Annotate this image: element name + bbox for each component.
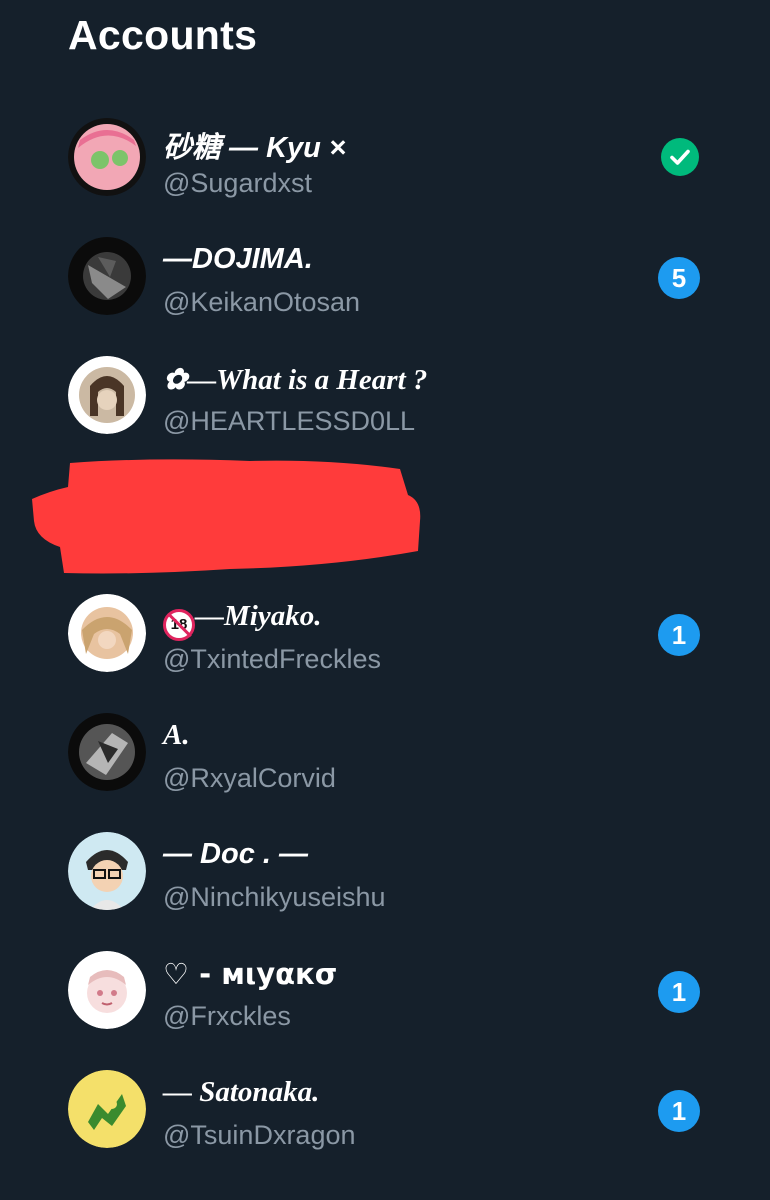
account-handle: @HEARTLESSD0LL: [163, 406, 416, 436]
avatar: [68, 1070, 146, 1148]
account-row-frxckles[interactable]: ♡ - мιуαкσ @Frxckles 1: [0, 935, 770, 1045]
account-row-tsuindxragon[interactable]: — Satonaka. @TsuinDxragon 1: [0, 1054, 770, 1164]
account-row-ninchikyuseishu[interactable]: — Doc . — @Ninchikyuseishu: [0, 816, 770, 926]
account-row-rxyalcorvid[interactable]: A. @RxyalCorvid: [0, 697, 770, 807]
redaction-scribble: [30, 455, 430, 580]
account-handle: @TxintedFreckles: [163, 644, 381, 674]
notification-badge: 1: [658, 1090, 700, 1132]
account-handle: @Frxckles: [163, 1001, 291, 1031]
account-handle: @TsuinDxragon: [163, 1120, 356, 1150]
account-name: — Satonaka.: [163, 1076, 320, 1108]
account-name: —DOJIMA.: [163, 243, 313, 275]
no-under-18-icon: 18: [163, 609, 195, 641]
account-name: 18—Miyako.: [163, 600, 321, 641]
avatar: [68, 356, 146, 434]
account-row-heartlessd0ll[interactable]: ✿—What is a Heart ? @HEARTLESSD0LL: [0, 340, 770, 450]
account-name: A.: [163, 719, 190, 751]
account-handle: @Ninchikyuseishu: [163, 882, 386, 912]
account-name: ♡ - мιуαкσ: [163, 957, 338, 991]
account-handle: @RxyalCorvid: [163, 763, 336, 793]
avatar: [68, 832, 146, 910]
account-name: 砂糖 — Kyu ×: [163, 132, 346, 164]
account-name: ✿—What is a Heart ?: [163, 364, 428, 396]
account-name-text: —Miyako.: [195, 600, 322, 632]
avatar: [68, 237, 146, 315]
avatar: [68, 118, 146, 196]
avatar: [68, 713, 146, 791]
check-icon: [661, 138, 699, 176]
notification-badge: 1: [658, 614, 700, 656]
account-handle: @Sugardxst: [163, 168, 312, 198]
account-row-sugardxst[interactable]: 砂糖 — Kyu × @Sugardxst: [0, 102, 770, 212]
account-name: — Doc . —: [163, 838, 309, 870]
account-handle: @KeikanOtosan: [163, 287, 361, 317]
avatar: [68, 951, 146, 1029]
account-row-keikanotosan[interactable]: —DOJIMA. @KeikanOtosan 5: [0, 221, 770, 331]
account-row-txintedfreckles[interactable]: 18—Miyako. @TxintedFreckles 1: [0, 578, 770, 688]
notification-badge: 1: [658, 971, 700, 1013]
account-list: 砂糖 — Kyu × @Sugardxst —DOJIMA. @KeikanOt…: [0, 0, 770, 1200]
notification-badge: 5: [658, 257, 700, 299]
avatar: [68, 594, 146, 672]
